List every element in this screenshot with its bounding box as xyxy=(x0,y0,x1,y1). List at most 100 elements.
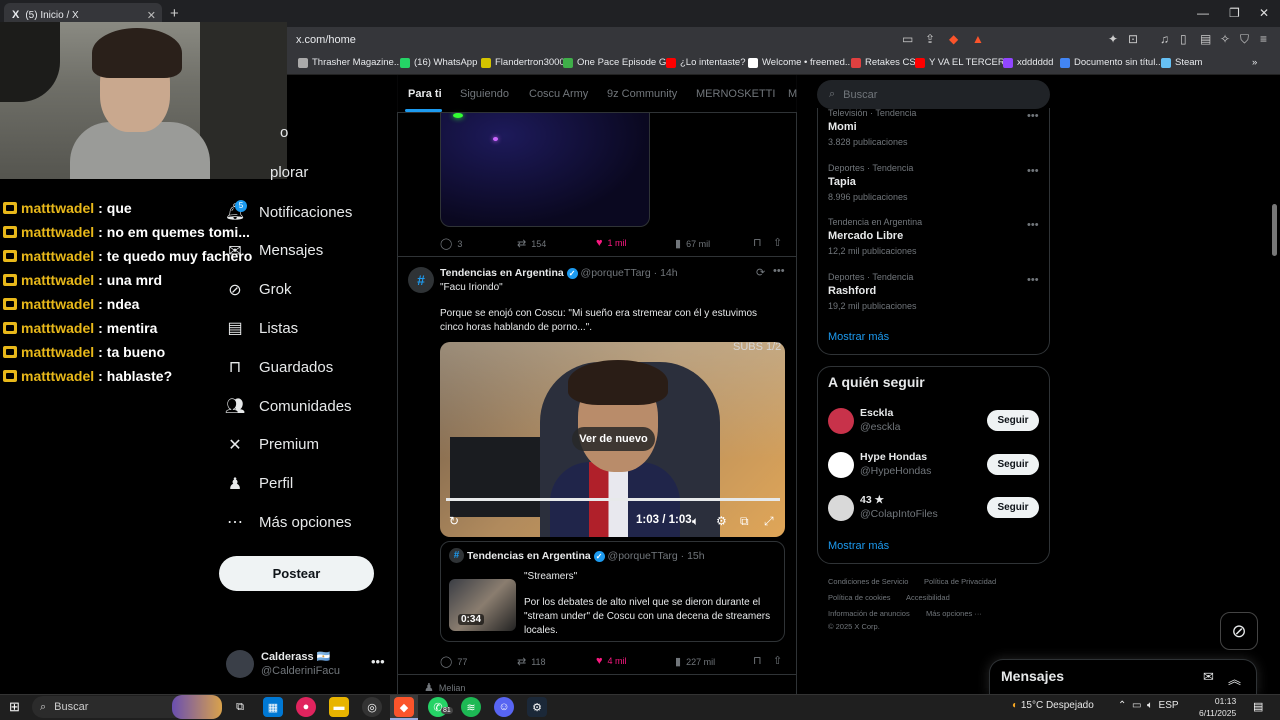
media-icon[interactable]: ♫ xyxy=(1160,32,1169,46)
follow-name[interactable]: Esckla xyxy=(860,407,893,419)
bookmark-item[interactable]: Retakes CS xyxy=(851,57,916,68)
nav-item-perfil[interactable]: ♟ Perfil xyxy=(225,474,293,494)
bookmark-item[interactable]: One Pace Episode G... xyxy=(563,57,674,68)
input-language[interactable]: ESP xyxy=(1159,700,1179,711)
nav-item-guardados[interactable]: ⊓ Guardados xyxy=(225,357,333,377)
replay-button[interactable]: Ver de nuevo xyxy=(572,427,655,451)
brave-rewards-icon[interactable]: ▲ xyxy=(972,32,984,46)
post-button[interactable]: Postear xyxy=(219,556,374,591)
leo-ai-icon[interactable]: ✧ xyxy=(1220,32,1230,46)
tweet-time[interactable]: · 14h xyxy=(654,267,678,279)
menu-icon[interactable]: ≡ xyxy=(1260,32,1267,46)
nav-explore-partial[interactable]: plorar xyxy=(270,164,308,181)
nav-item-grok[interactable]: ⊘ Grok xyxy=(225,280,291,300)
footer-link[interactable]: Condiciones de Servicio xyxy=(828,577,908,586)
new-message-icon[interactable]: ✉ xyxy=(1203,669,1214,685)
store-icon[interactable]: ▦ xyxy=(263,697,283,717)
like-button[interactable]: ♥ 1 mil xyxy=(596,237,627,249)
pip-icon[interactable]: ⧉ xyxy=(740,514,749,529)
extensions-icon[interactable]: ✦ xyxy=(1108,32,1118,46)
sidebar-icon[interactable]: ▯ xyxy=(1180,32,1187,46)
follow-button[interactable]: Seguir xyxy=(987,453,1039,475)
nav-item-mensajes[interactable]: ✉ Mensajes xyxy=(225,241,323,261)
app-icon[interactable]: ● xyxy=(296,697,316,717)
like-button[interactable]: ♥ 4 mil xyxy=(596,655,627,667)
bookmark-item[interactable]: Documento sin títul... xyxy=(1060,57,1163,68)
steam-icon[interactable]: ⚙ xyxy=(527,697,547,717)
bookmark-item[interactable]: (16) WhatsApp xyxy=(400,57,477,68)
close-tab-icon[interactable]: ✕ xyxy=(147,9,156,22)
discord-icon[interactable]: ☺ xyxy=(494,697,514,717)
fullscreen-icon[interactable]: ⤢ xyxy=(764,514,774,529)
messages-drawer[interactable]: Mensajes ✉ ︽ xyxy=(989,659,1257,695)
footer-link[interactable]: Accesibilidad xyxy=(906,593,950,602)
trend-name[interactable]: Rashford xyxy=(828,285,876,297)
replay-icon[interactable]: ↻ xyxy=(449,514,459,528)
nav-item-listas[interactable]: ▤ Listas xyxy=(225,318,298,338)
trend-more-icon[interactable]: ••• xyxy=(1027,165,1039,177)
new-tab-icon[interactable]: + xyxy=(170,5,179,22)
nav-item-msopciones[interactable]: ⋯ Más opciones xyxy=(225,512,352,532)
file-explorer-icon[interactable]: ▬ xyxy=(329,697,349,717)
share-post-icon[interactable]: ⇧ xyxy=(773,236,782,249)
minimize-icon[interactable]: — xyxy=(1197,6,1209,20)
address-bar[interactable]: x.com/home xyxy=(292,31,892,49)
more-icon[interactable]: ••• xyxy=(371,654,385,669)
repost-button[interactable]: ⇄ 154 xyxy=(517,237,546,250)
follow-name[interactable]: 43 ★ xyxy=(860,494,884,506)
scrollbar[interactable] xyxy=(1272,204,1277,256)
bookmark-item[interactable]: xdddddd xyxy=(1003,57,1053,68)
bookmark-icon[interactable]: ⊓ xyxy=(753,654,762,667)
bookmark-item[interactable]: Flandertron3000 xyxy=(481,57,565,68)
bookmark-item[interactable]: Thrasher Magazine... xyxy=(298,57,402,68)
timeline-tab[interactable]: Siguiendo xyxy=(460,88,509,100)
bookmark-item[interactable]: Steam xyxy=(1161,57,1202,68)
brave-icon[interactable]: ◆ xyxy=(394,697,414,717)
follow-button[interactable]: Seguir xyxy=(987,410,1039,431)
bookmark-icon[interactable]: ⊓ xyxy=(753,236,762,249)
footer-link[interactable]: Política de cookies xyxy=(828,593,891,602)
share-post-icon[interactable]: ⇧ xyxy=(773,654,782,667)
notification-center-icon[interactable]: ▤ xyxy=(1253,700,1263,713)
clock[interactable]: 01:13 6/11/2025 xyxy=(1199,695,1236,719)
nav-item-premium[interactable]: ✕ Premium xyxy=(225,435,319,455)
chrome-icon[interactable]: ◎ xyxy=(362,697,382,717)
spotify-icon[interactable]: ≋ xyxy=(461,697,481,717)
footer-link[interactable]: Más opciones ··· xyxy=(926,609,982,618)
vpn-icon[interactable]: ⛉ xyxy=(1240,32,1249,47)
bookmarks-overflow-icon[interactable]: » xyxy=(1252,57,1257,68)
trend-more-icon[interactable]: ••• xyxy=(1027,274,1039,286)
avatar[interactable] xyxy=(828,408,854,434)
grok-icon[interactable]: ⟳ xyxy=(756,266,765,279)
weather-widget[interactable]: ◐ 15°C Despejado xyxy=(1012,700,1094,711)
footer-link[interactable]: Información de anuncios xyxy=(828,609,910,618)
follow-handle[interactable]: @HypeHondas xyxy=(860,465,931,477)
tweet-more-icon[interactable]: ••• xyxy=(773,265,785,277)
hashtag-avatar-icon[interactable]: # xyxy=(408,267,434,293)
footer-link[interactable]: Política de Privacidad xyxy=(924,577,996,586)
follow-handle[interactable]: @esckla xyxy=(860,421,900,433)
timeline-tab[interactable]: Para ti xyxy=(408,88,442,100)
avatar[interactable] xyxy=(828,451,854,478)
share-icon[interactable]: ⇪ xyxy=(925,32,935,46)
follow-button[interactable]: Seguir xyxy=(987,497,1039,518)
timeline-tab[interactable]: M xyxy=(788,88,797,100)
cast-icon[interactable]: ▭ xyxy=(902,32,913,46)
maximize-icon[interactable]: ❐ xyxy=(1229,6,1240,20)
volume-tray-icon[interactable]: 🔈︎ xyxy=(1147,700,1153,711)
timeline-tab[interactable]: MERNOSKETTI xyxy=(696,88,775,100)
reply-button[interactable]: ◯ 77 xyxy=(440,655,467,668)
settings-icon[interactable]: ⚙ xyxy=(716,514,727,528)
nav-home-partial[interactable]: o xyxy=(280,124,288,141)
network-icon[interactable]: ▭ xyxy=(1132,700,1141,711)
views-button[interactable]: ▮ 67 mil xyxy=(675,237,710,250)
expand-icon[interactable]: ︽ xyxy=(1228,669,1241,688)
tweet-handle[interactable]: @porqueTTarg xyxy=(581,267,651,279)
nav-item-comunidades[interactable]: 👥︎ Comunidades xyxy=(225,396,352,416)
grok-button[interactable]: ⊘ xyxy=(1220,612,1258,650)
wallet-icon[interactable]: ▤ xyxy=(1200,32,1211,46)
trends-show-more[interactable]: Mostrar más xyxy=(828,331,889,343)
video-progress-bar[interactable] xyxy=(446,498,780,501)
profile-switcher[interactable]: Calderass 🇦🇷 @CalderiniFacu ••• xyxy=(226,648,396,682)
reply-button[interactable]: ◯ 3 xyxy=(440,237,462,250)
